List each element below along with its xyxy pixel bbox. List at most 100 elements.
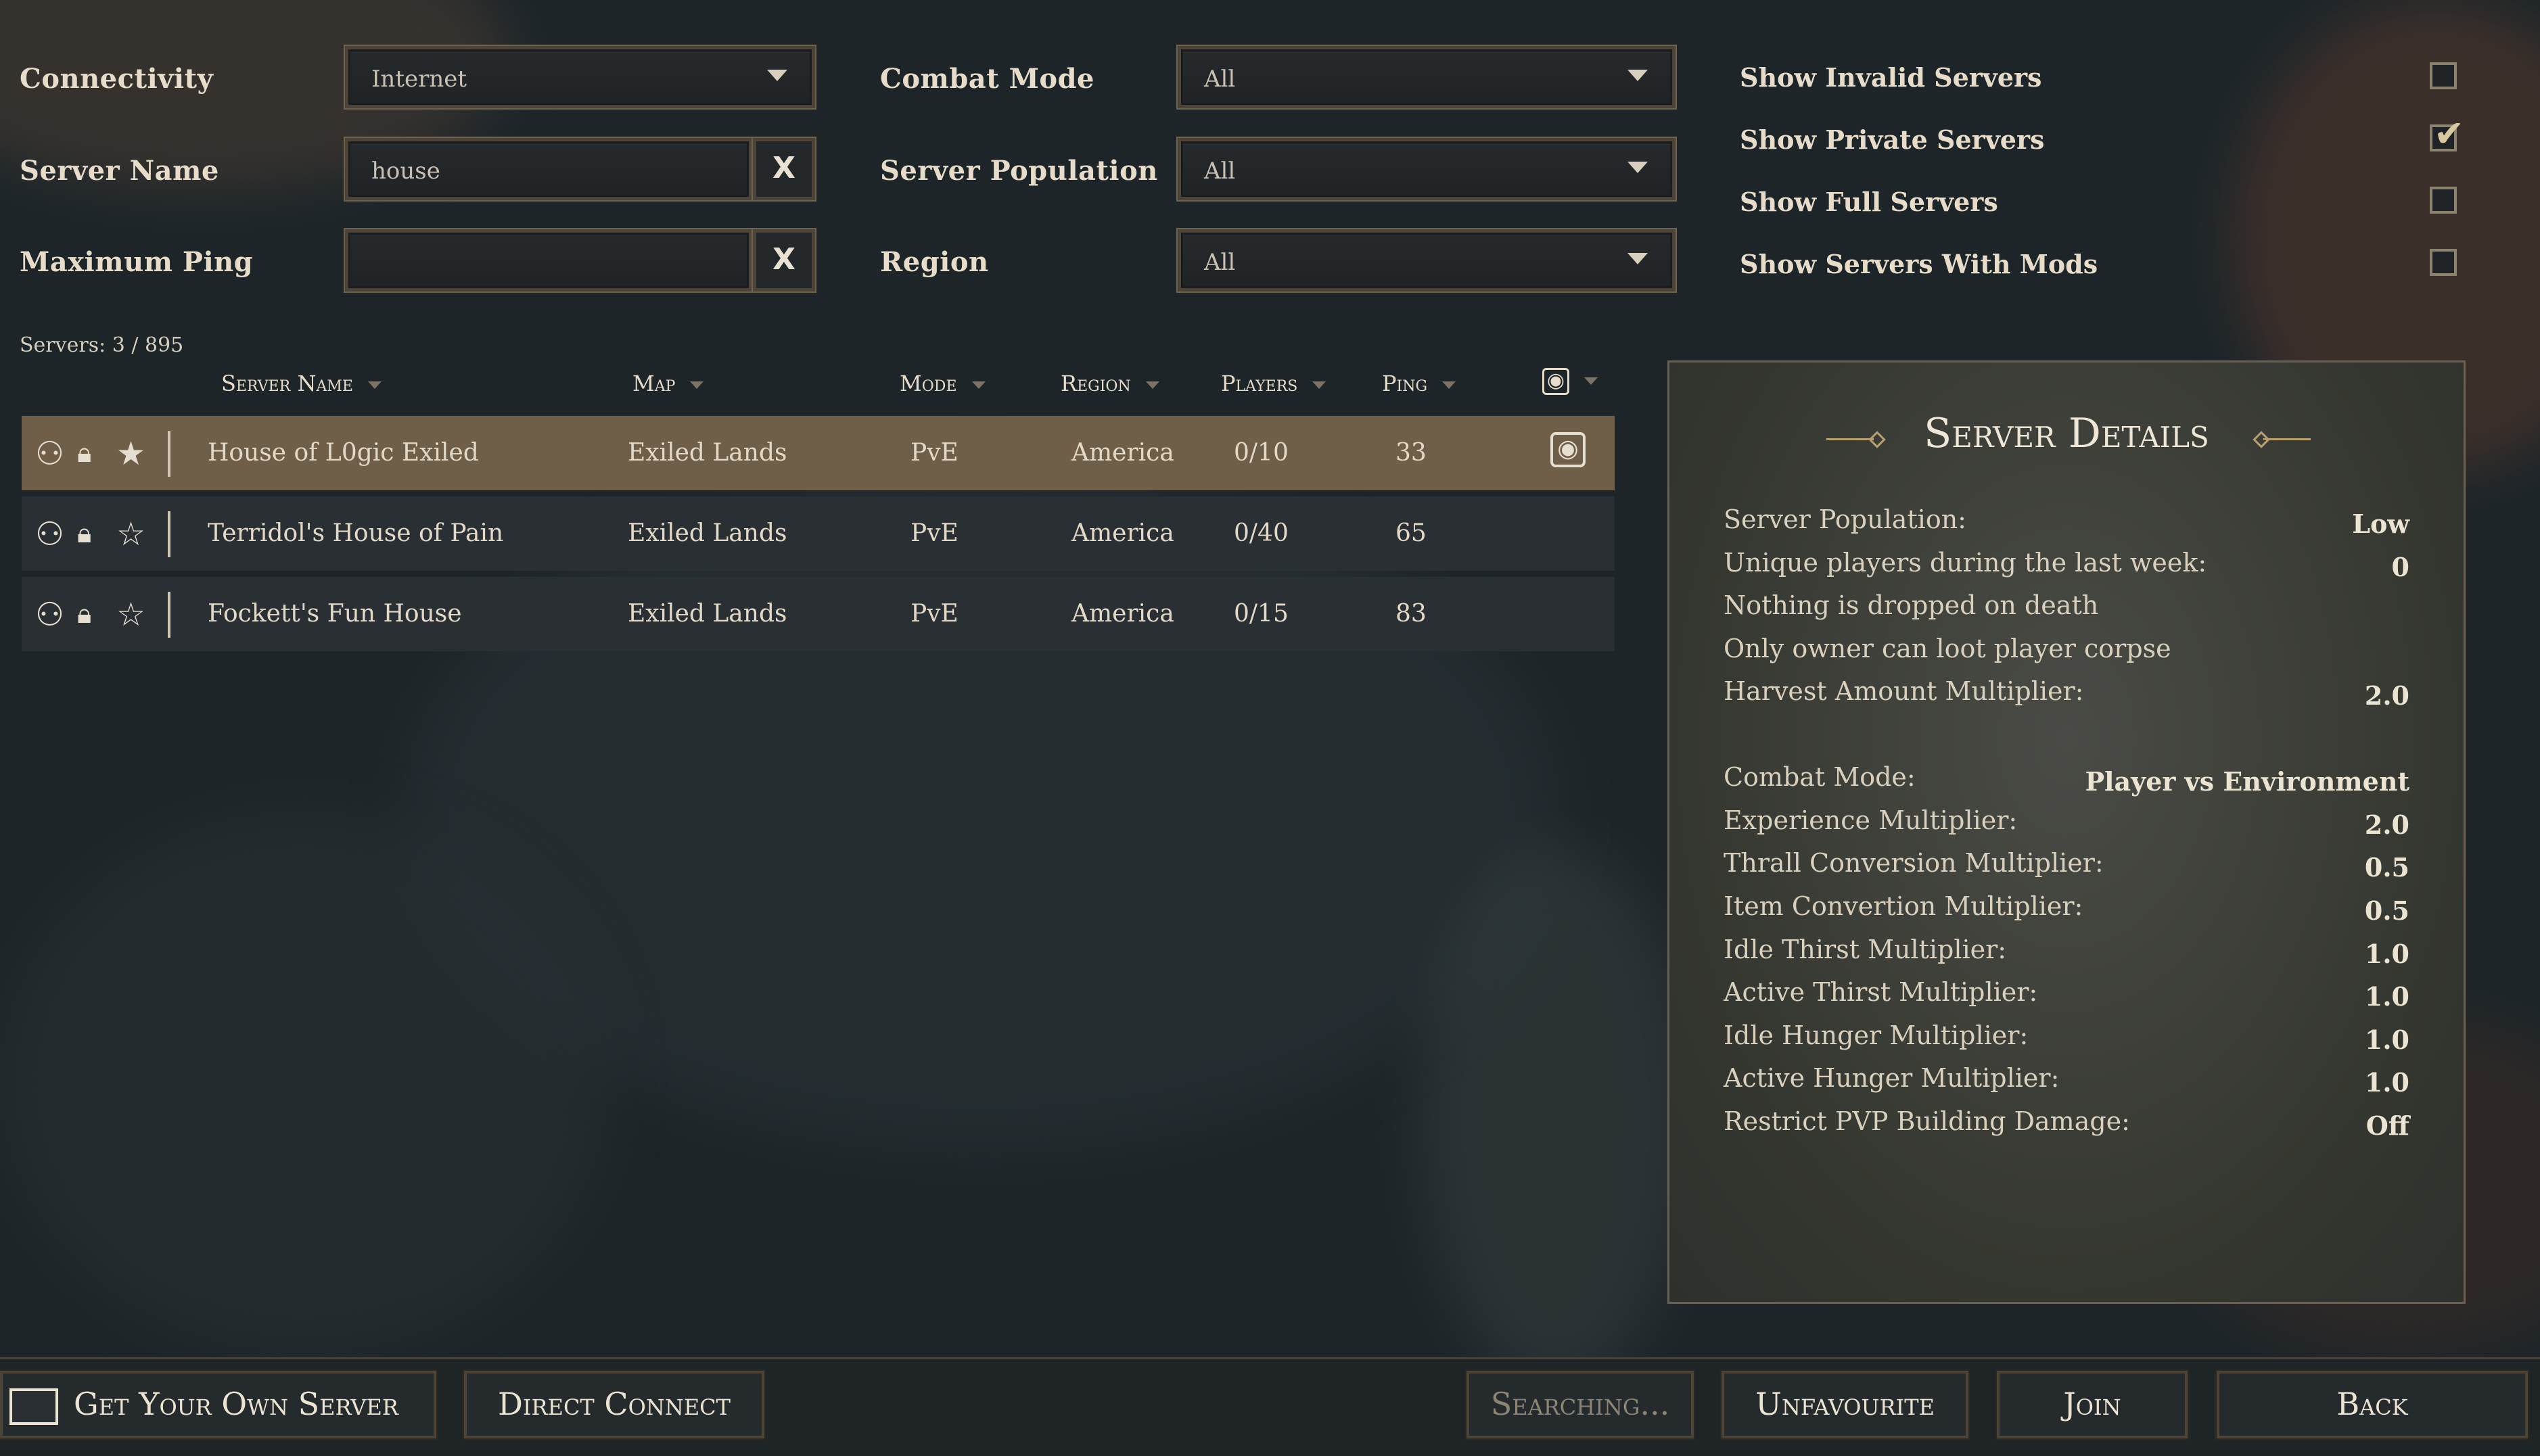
sort-arrow-icon xyxy=(367,381,382,389)
clear-server-name-button[interactable]: X xyxy=(753,138,815,200)
server-name-value: house xyxy=(371,158,440,185)
column-header-mode[interactable]: Mode xyxy=(900,371,986,396)
server-mode: PvE xyxy=(910,439,959,467)
direct-connect-button[interactable]: Direct Connect xyxy=(464,1371,764,1438)
searching-status: Searching... xyxy=(1467,1371,1694,1438)
show-private-servers-checkbox[interactable]: ✔ xyxy=(2430,112,2464,155)
server-region: America xyxy=(1071,439,1174,467)
column-header-label: Map xyxy=(632,371,676,396)
table-row[interactable]: ⚇ 🔒︎ ☆ Fockett's Fun House Exiled Lands … xyxy=(22,577,1615,651)
region-value: All xyxy=(1204,249,1236,276)
connectivity-dropdown[interactable]: Internet xyxy=(345,46,815,108)
sort-arrow-icon xyxy=(1145,381,1159,389)
detail-key: Combat Mode: xyxy=(1724,762,1916,792)
column-header-map[interactable]: Map xyxy=(632,371,704,396)
servers-count: Servers: 3 / 895 xyxy=(20,333,184,357)
detail-value: 0.5 xyxy=(2364,895,2409,926)
person-icon: ⚇ xyxy=(35,515,65,553)
detail-key: Server Population: xyxy=(1724,504,1966,534)
detail-value: 0.5 xyxy=(2364,852,2409,883)
server-ping: 65 xyxy=(1395,519,1427,547)
show-full-servers-checkbox[interactable] xyxy=(2430,187,2457,214)
lock-icon: 🔒︎ xyxy=(77,438,92,469)
title-ornament-right xyxy=(2263,438,2311,440)
maximum-ping-input[interactable] xyxy=(345,229,752,291)
detail-key: Restrict PVP Building Damage: xyxy=(1724,1106,2130,1136)
column-header-players[interactable]: Players xyxy=(1221,371,1326,396)
detail-value: Off xyxy=(2365,1110,2409,1141)
column-header-region[interactable]: Region xyxy=(1061,371,1159,396)
table-row[interactable]: ⚇ 🔒︎ ★ House of L0gic Exiled Exiled Land… xyxy=(22,416,1615,490)
lock-icon: 🔒︎ xyxy=(77,598,92,630)
sort-arrow-icon xyxy=(1312,381,1326,389)
detail-key: Idle Hunger Multiplier: xyxy=(1724,1020,2029,1050)
server-map: Exiled Lands xyxy=(628,519,787,547)
clear-maximum-ping-button[interactable]: X xyxy=(753,229,815,291)
detail-key: Idle Thirst Multiplier: xyxy=(1724,935,2007,964)
chevron-down-icon xyxy=(1627,162,1648,173)
server-name-label: Server Name xyxy=(20,155,219,187)
unfavourite-button[interactable]: Unfavourite xyxy=(1722,1371,1968,1438)
server-name: Fockett's Fun House xyxy=(208,600,462,628)
checkmark-icon: ✔ xyxy=(2434,112,2465,155)
sort-arrow-icon xyxy=(690,381,704,389)
detail-key: Unique players during the last week: xyxy=(1724,548,2207,578)
person-icon: ⚇ xyxy=(35,596,65,634)
connectivity-label: Connectivity xyxy=(20,63,214,95)
get-your-own-server-label: Get Your Own Server xyxy=(74,1386,398,1422)
detail-key: Experience Multiplier: xyxy=(1724,805,2018,835)
column-header-label: Players xyxy=(1221,371,1298,396)
detail-value: 0 xyxy=(2391,552,2409,582)
server-details-title: Server Details xyxy=(1924,410,2209,457)
server-players: 0/15 xyxy=(1234,600,1289,628)
column-header-battleye[interactable]: ◉ xyxy=(1542,367,1598,395)
chevron-down-icon xyxy=(767,70,787,81)
chevron-down-icon xyxy=(1627,70,1648,81)
combat-mode-dropdown[interactable]: All xyxy=(1178,46,1676,108)
join-button[interactable]: Join xyxy=(1997,1371,2188,1438)
server-name: House of L0gic Exiled xyxy=(208,439,479,467)
row-divider xyxy=(168,511,170,557)
row-divider xyxy=(168,592,170,638)
server-details-panel: Server Details Server Population: Low Un… xyxy=(1667,360,2466,1304)
server-book-icon xyxy=(9,1388,58,1425)
server-ping: 83 xyxy=(1395,600,1427,628)
table-row[interactable]: ⚇ 🔒︎ ☆ Terridol's House of Pain Exiled L… xyxy=(22,496,1615,571)
server-region: America xyxy=(1071,519,1174,547)
server-map: Exiled Lands xyxy=(628,600,787,628)
star-filled-icon[interactable]: ★ xyxy=(116,435,145,473)
detail-value: Player vs Environment xyxy=(2085,766,2409,797)
get-your-own-server-button[interactable]: Get Your Own Server xyxy=(0,1371,436,1438)
detail-value: 1.0 xyxy=(2364,1067,2409,1098)
combat-mode-value: All xyxy=(1204,66,1236,93)
column-header-label: Region xyxy=(1061,371,1131,396)
star-outline-icon[interactable]: ☆ xyxy=(116,515,145,553)
detail-key: Harvest Amount Multiplier: xyxy=(1724,676,2084,706)
column-header-server-name[interactable]: Server Name xyxy=(221,371,382,396)
server-population-dropdown[interactable]: All xyxy=(1178,138,1676,200)
region-dropdown[interactable]: All xyxy=(1178,229,1676,291)
detail-value: 1.0 xyxy=(2364,1025,2409,1055)
star-outline-icon[interactable]: ☆ xyxy=(116,596,145,634)
detail-key: Thrall Conversion Multiplier: xyxy=(1724,848,2104,878)
column-header-ping[interactable]: Ping xyxy=(1382,371,1456,396)
back-button[interactable]: Back xyxy=(2217,1371,2528,1438)
server-name-input[interactable]: house xyxy=(345,138,752,200)
show-invalid-servers-checkbox[interactable] xyxy=(2430,62,2457,89)
detail-key: Active Thirst Multiplier: xyxy=(1724,977,2038,1007)
column-header-label: Server Name xyxy=(221,371,353,396)
person-icon: ⚇ xyxy=(35,435,65,473)
lock-icon: 🔒︎ xyxy=(77,518,92,549)
show-servers-with-mods-checkbox[interactable] xyxy=(2430,249,2457,276)
detail-value: 1.0 xyxy=(2364,939,2409,969)
maximum-ping-label: Maximum Ping xyxy=(20,246,254,278)
region-label: Region xyxy=(880,246,989,278)
detail-key: Active Hunger Multiplier: xyxy=(1724,1063,2060,1093)
sort-arrow-icon xyxy=(971,381,986,389)
server-population-value: All xyxy=(1204,158,1236,185)
battleye-icon: ◉ xyxy=(1550,432,1586,467)
detail-value: 1.0 xyxy=(2364,981,2409,1012)
server-ping: 33 xyxy=(1395,439,1427,467)
detail-key: Only owner can loot player corpse xyxy=(1724,634,2171,663)
server-mode: PvE xyxy=(910,519,959,547)
